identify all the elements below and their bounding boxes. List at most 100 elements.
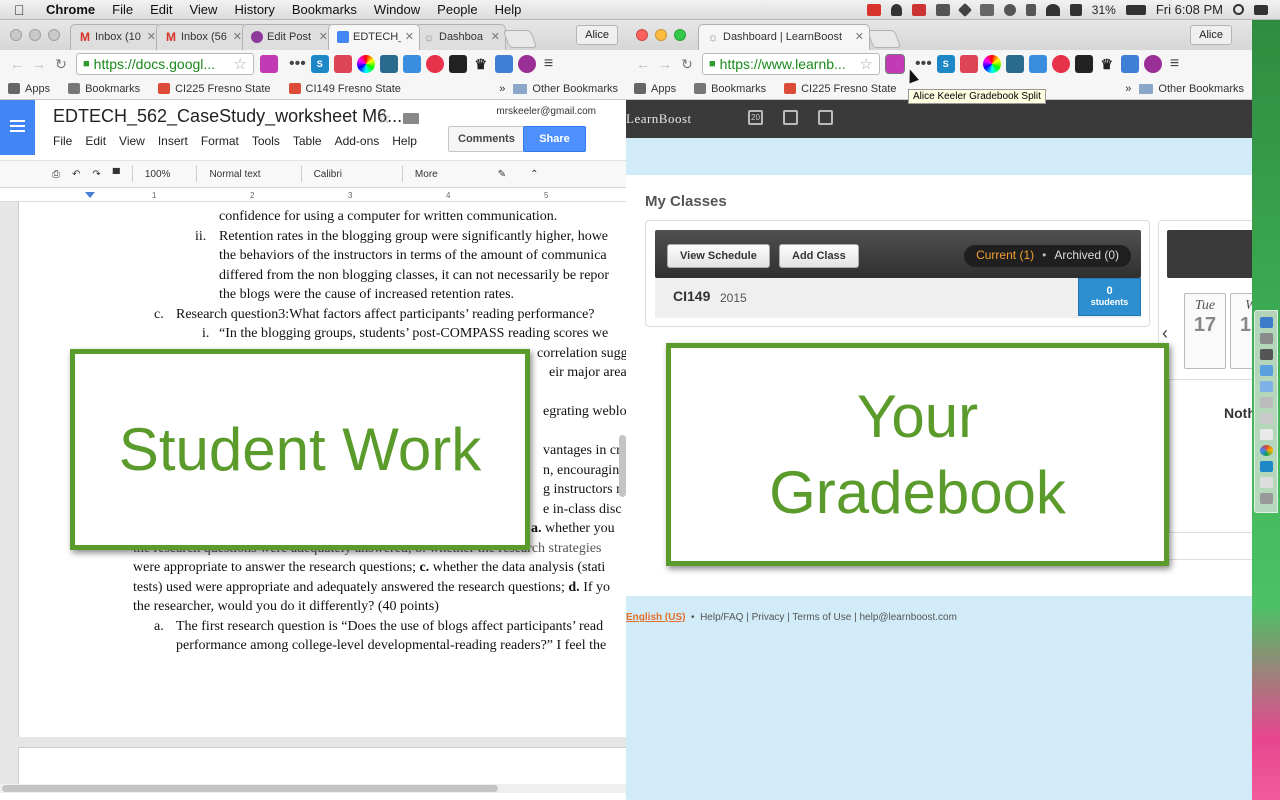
print-icon[interactable]: ⎙ (52, 169, 60, 180)
terms-link[interactable]: Terms of Use (792, 612, 851, 623)
profile-button[interactable]: Alice (576, 25, 618, 45)
view-schedule-button[interactable]: View Schedule (667, 244, 770, 268)
docs-menu-view[interactable]: View (119, 134, 145, 148)
menu-history[interactable]: History (234, 2, 274, 17)
menu-people[interactable]: People (437, 2, 477, 17)
crown-icon[interactable]: ♛ (472, 55, 490, 73)
close-window-button[interactable] (636, 29, 648, 41)
hat-extension-icon[interactable] (1005, 55, 1024, 73)
app-icon[interactable] (1260, 461, 1273, 472)
docs-menu-help[interactable]: Help (392, 134, 417, 148)
language-link[interactable]: English (US) (626, 612, 685, 623)
battery-percent[interactable]: 31% (1092, 3, 1116, 17)
address-bar[interactable]: ■ https://docs.googl... ☆ (76, 53, 254, 75)
collapse-chevron-icon[interactable]: ⌃ (530, 169, 538, 180)
color-wheel-icon[interactable] (356, 55, 375, 73)
clock[interactable]: Fri 6:08 PM (1156, 2, 1223, 17)
close-tab-icon[interactable]: ✕ (233, 30, 242, 43)
undo-icon[interactable]: ↶ (72, 169, 80, 180)
folder-icon[interactable] (403, 113, 419, 124)
docs-logo-icon[interactable] (0, 100, 35, 155)
docs-menu-tools[interactable]: Tools (252, 134, 280, 148)
chrome-menu-icon[interactable]: ≡ (544, 55, 553, 73)
other-bookmarks[interactable]: » Other Bookmarks (1125, 83, 1252, 95)
minimize-window-button[interactable] (29, 29, 41, 41)
app-icon[interactable] (1260, 349, 1273, 360)
check-extension-icon[interactable] (402, 55, 421, 73)
launchpad-icon[interactable] (1260, 333, 1273, 344)
comments-button[interactable]: Comments (448, 126, 525, 152)
share-button[interactable]: Share (523, 126, 586, 152)
redo-icon[interactable]: ↷ (92, 169, 100, 180)
drive-icon[interactable] (957, 2, 972, 17)
zoom-select[interactable]: 100% (145, 169, 171, 180)
tab-dashboard-learnboost[interactable]: ☼ Dashboard | LearnBoost ✕ (698, 24, 870, 50)
close-tab-icon[interactable]: ✕ (491, 30, 500, 43)
finder-icon[interactable] (1260, 317, 1273, 328)
gradebook-split-extension-icon[interactable] (885, 54, 905, 74)
filter-archived[interactable]: Archived (0) (1054, 248, 1119, 262)
docs-menu-edit[interactable]: Edit (85, 134, 106, 148)
qr-code-icon[interactable] (448, 55, 467, 73)
font-select[interactable]: Calibri (314, 169, 342, 180)
check-extension-icon[interactable] (1028, 55, 1047, 73)
crown-icon[interactable]: ♛ (1098, 55, 1116, 73)
red-circle-extension-icon[interactable] (1051, 55, 1070, 73)
airplay-icon[interactable] (979, 3, 994, 16)
menu-bookmarks[interactable]: Bookmarks (292, 2, 357, 17)
tab-edtech-doc[interactable]: EDTECH_ ✕ (328, 24, 420, 50)
bookmark-star-icon[interactable]: ☆ (234, 55, 247, 73)
menu-view[interactable]: View (189, 2, 217, 17)
scrollbar-thumb[interactable] (2, 785, 498, 792)
purple-extension-icon[interactable] (517, 55, 536, 73)
battery-icon[interactable] (1125, 4, 1146, 15)
clipboard-icon[interactable] (783, 110, 798, 125)
menu-window[interactable]: Window (374, 2, 420, 17)
new-extension-icon[interactable] (494, 55, 513, 73)
maximize-window-button[interactable] (48, 29, 60, 41)
doc-title[interactable]: EDTECH_562_CaseStudy_worksheet M6... (53, 106, 402, 127)
bookmark-ci225[interactable]: CI225 Fresno State (158, 83, 271, 95)
horizontal-scrollbar[interactable] (0, 784, 626, 793)
calendar-day[interactable]: Tue 17 (1184, 293, 1226, 369)
bookmark-bookmarks[interactable]: Bookmarks (68, 83, 140, 95)
spotlight-icon[interactable] (1233, 4, 1244, 15)
time-machine-icon[interactable] (1003, 3, 1016, 16)
ruler[interactable]: 1 2 3 4 5 (0, 188, 626, 202)
notification-center-icon[interactable] (1254, 4, 1268, 15)
style-select[interactable]: Normal text (209, 169, 260, 180)
notification-bell-icon[interactable] (890, 3, 902, 16)
class-name[interactable]: CI149 (673, 288, 710, 304)
gradebook-split-extension-icon[interactable] (260, 55, 278, 73)
close-square-icon[interactable] (911, 3, 926, 16)
volume-icon[interactable] (1069, 3, 1082, 16)
calendar-icon[interactable]: 20 (748, 110, 763, 125)
close-tab-icon[interactable]: ✕ (319, 30, 328, 43)
docs-menu-format[interactable]: Format (201, 134, 239, 148)
purple-extension-icon[interactable] (1143, 55, 1162, 73)
forward-arrow-icon[interactable]: → (28, 56, 50, 72)
minimize-window-button[interactable] (655, 29, 667, 41)
reload-icon[interactable]: ↻ (676, 56, 698, 73)
more-extensions-icon[interactable]: ••• (289, 55, 306, 73)
camera-icon[interactable] (866, 3, 881, 16)
calendar-extension-icon[interactable] (959, 55, 978, 73)
calendar-day[interactable]: W 17 (1230, 293, 1252, 369)
app-icon[interactable] (1260, 397, 1273, 408)
new-tab-button[interactable] (502, 30, 538, 48)
bluetooth-icon[interactable] (1025, 3, 1036, 16)
close-tab-icon[interactable]: ✕ (147, 30, 156, 43)
app-icon[interactable] (1260, 413, 1273, 424)
docs-menu-table[interactable]: Table (293, 134, 322, 148)
class-row[interactable]: CI149 2015 0 students (655, 278, 1141, 318)
more-extensions-icon[interactable]: ••• (915, 55, 932, 73)
docs-menu-file[interactable]: File (53, 134, 72, 148)
hat-extension-icon[interactable] (379, 55, 398, 73)
apple-icon[interactable]:  (14, 2, 32, 18)
tab-dashboard[interactable]: ☼ Dashboa ✕ (414, 24, 506, 50)
s-extension-icon[interactable]: S (310, 55, 329, 73)
trash-icon[interactable] (1260, 493, 1273, 504)
bookmark-star-icon[interactable]: ☆ (860, 55, 873, 73)
help-faq-link[interactable]: Help/FAQ (700, 612, 743, 623)
learnboost-logo[interactable]: LearnBoost (626, 111, 692, 127)
